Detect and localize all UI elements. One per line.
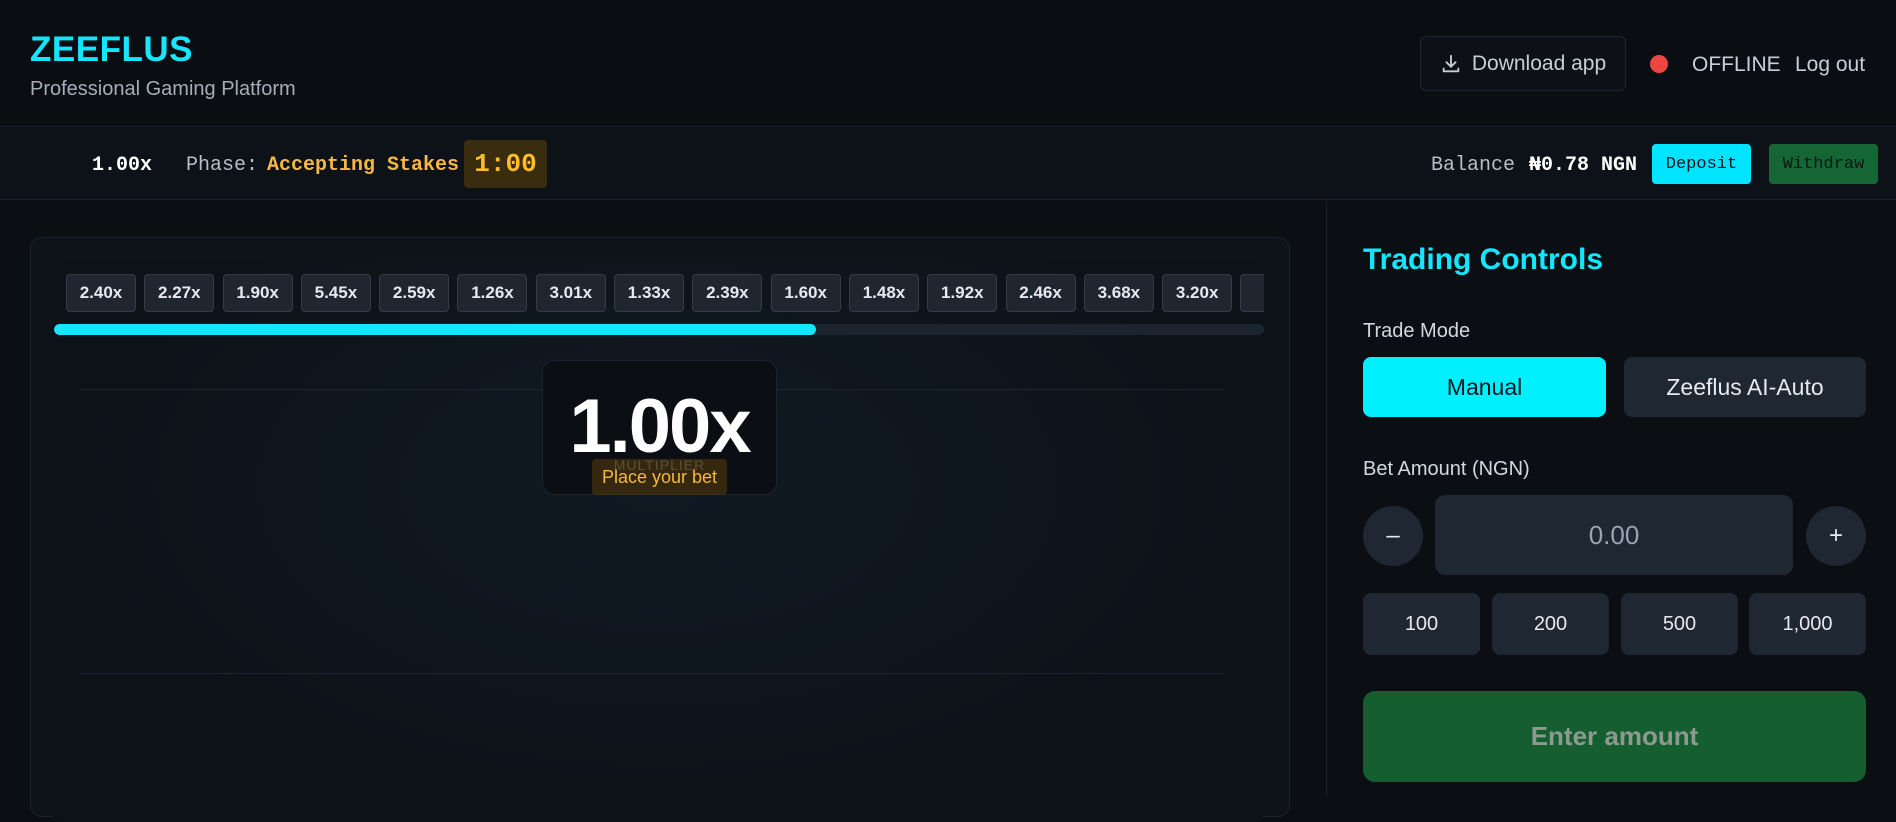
- history-chip: 3.20x: [1162, 274, 1233, 312]
- round-progress-fill: [54, 324, 817, 335]
- trade-mode-label: Trade Mode: [1363, 320, 1471, 342]
- enter-amount-button[interactable]: Enter amount: [1363, 691, 1866, 782]
- decrease-bet-button[interactable]: –: [1363, 506, 1423, 566]
- multiplier-history: 2.40x 2.27x 1.90x 5.45x 2.59x 1.26x 3.01x 1.33x…: [66, 274, 1264, 312]
- history-chip: 1: [1240, 274, 1264, 312]
- chart-grid-line: [80, 673, 1224, 674]
- quick-amount-100[interactable]: 100: [1363, 593, 1480, 655]
- bet-amount-label: Bet Amount (NGN): [1363, 458, 1530, 480]
- offline-status-dot: [1650, 55, 1668, 73]
- round-timer: 1:00: [464, 140, 547, 188]
- download-app-label: Download app: [1471, 51, 1607, 75]
- history-chip: 3.68x: [1083, 274, 1154, 312]
- manual-mode-button[interactable]: Manual: [1363, 357, 1606, 417]
- history-chip: 2.46x: [1005, 274, 1076, 312]
- history-chip: 2.39x: [692, 274, 763, 312]
- increase-bet-button[interactable]: +: [1806, 506, 1866, 566]
- withdraw-button[interactable]: Withdraw: [1769, 144, 1878, 184]
- history-chip: 5.45x: [300, 274, 371, 312]
- top-header: ZEEFLUS Professional Gaming Platform Dow…: [0, 0, 1896, 127]
- quick-amount-1000[interactable]: 1,000: [1749, 593, 1866, 655]
- phase-value: Accepting Stakes: [267, 154, 460, 177]
- history-chip: 2.59x: [379, 274, 450, 312]
- history-chip: 2.27x: [144, 274, 215, 312]
- brand: ZEEFLUS Professional Gaming Platform: [30, 30, 296, 101]
- round-progress-track: [54, 324, 1264, 335]
- brand-name[interactable]: ZEEFLUS: [30, 30, 296, 70]
- trading-controls-title: Trading Controls: [1363, 243, 1603, 276]
- history-chip: 1.26x: [457, 274, 528, 312]
- history-chip: 1.33x: [614, 274, 685, 312]
- game-canvas: [52, 262, 1264, 822]
- history-chip: 1.48x: [848, 274, 919, 312]
- history-chip: 1.60x: [770, 274, 841, 312]
- balance-label: Balance: [1431, 154, 1516, 177]
- history-chip: 3.01x: [535, 274, 606, 312]
- ai-auto-mode-button[interactable]: Zeeflus AI-Auto: [1624, 357, 1866, 417]
- download-icon: [1442, 54, 1460, 72]
- quick-amount-200[interactable]: 200: [1492, 593, 1609, 655]
- history-chip: 1.92x: [927, 274, 998, 312]
- download-app-button[interactable]: Download app: [1420, 36, 1626, 91]
- deposit-button[interactable]: Deposit: [1652, 144, 1751, 184]
- quick-amount-500[interactable]: 500: [1621, 593, 1738, 655]
- round-status-bar: 1.00x Phase: Accepting Stakes 1:00 Balan…: [0, 128, 1896, 200]
- current-multiplier: 1.00x: [92, 154, 153, 177]
- history-chip: 2.40x: [66, 274, 136, 312]
- bet-amount-input[interactable]: [1435, 495, 1793, 575]
- brand-subtitle: Professional Gaming Platform: [30, 78, 296, 100]
- connection-status: OFFLINE: [1692, 53, 1781, 76]
- place-bet-message: Place your bet: [592, 459, 727, 495]
- balance-value: ₦0.78 NGN: [1529, 154, 1638, 177]
- logout-button[interactable]: Log out: [1795, 53, 1865, 77]
- phase-label: Phase:: [186, 154, 259, 177]
- history-chip: 1.90x: [222, 274, 293, 312]
